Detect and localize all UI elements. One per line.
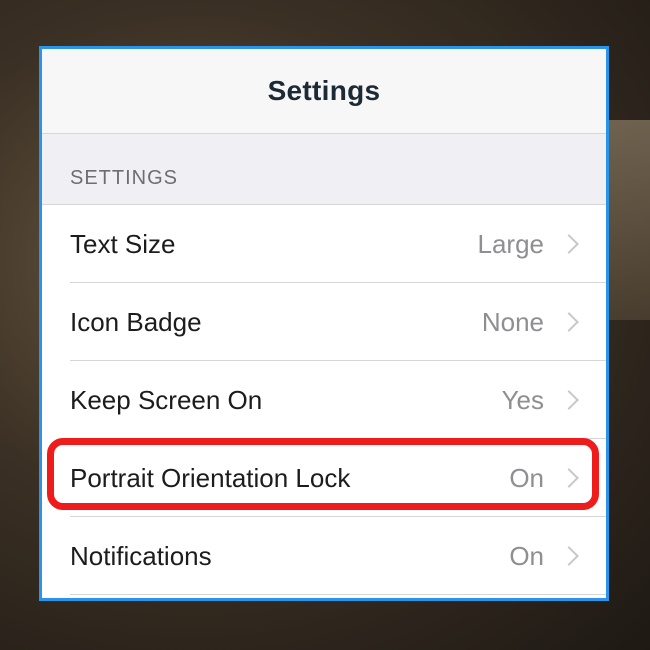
row-label: Keep Screen On xyxy=(70,384,263,415)
settings-row-notifications[interactable]: Notifications On xyxy=(42,517,606,595)
settings-row-keep-screen-on[interactable]: Keep Screen On Yes xyxy=(42,361,606,439)
section-header: SETTINGS xyxy=(42,134,606,205)
chevron-right-icon xyxy=(559,546,579,566)
row-value: None xyxy=(481,306,544,337)
row-label: Icon Badge xyxy=(70,306,202,337)
navigation-bar: Settings xyxy=(42,49,606,134)
chevron-right-icon xyxy=(559,312,579,332)
settings-panel: Settings SETTINGS Text Size Large Icon B… xyxy=(39,46,609,601)
row-label: Portrait Orientation Lock xyxy=(70,462,351,493)
row-value: Yes xyxy=(501,384,544,415)
row-value: On xyxy=(509,540,544,571)
row-label: Text Size xyxy=(70,228,176,259)
settings-row-portrait-orientation-lock[interactable]: Portrait Orientation Lock On xyxy=(42,439,606,517)
page-title: Settings xyxy=(267,75,381,106)
settings-row-text-size[interactable]: Text Size Large xyxy=(42,205,606,283)
row-value: Large xyxy=(477,228,545,259)
chevron-right-icon xyxy=(559,468,579,488)
chevron-right-icon xyxy=(559,390,579,410)
chevron-right-icon xyxy=(559,234,579,254)
row-label: Notifications xyxy=(70,540,212,571)
settings-row-icon-badge[interactable]: Icon Badge None xyxy=(42,283,606,361)
section-header-label: SETTINGS xyxy=(70,167,179,189)
row-value: On xyxy=(509,462,544,493)
